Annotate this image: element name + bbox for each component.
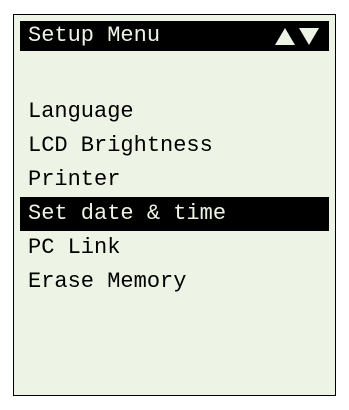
menu-item-printer[interactable]: Printer	[20, 163, 329, 197]
lcd-screen: Setup Menu Language LCD Brightness Print…	[13, 14, 336, 396]
menu-item-pc-link[interactable]: PC Link	[20, 231, 329, 265]
menu-item-language[interactable]: Language	[20, 95, 329, 129]
scroll-indicator	[275, 28, 319, 45]
down-arrow-icon[interactable]	[299, 28, 319, 45]
menu-title: Setup Menu	[28, 23, 161, 48]
up-arrow-icon[interactable]	[275, 28, 295, 45]
menu-item-lcd-brightness[interactable]: LCD Brightness	[20, 129, 329, 163]
menu-header: Setup Menu	[20, 21, 329, 51]
menu-item-erase-memory[interactable]: Erase Memory	[20, 265, 329, 299]
setup-menu-list: Language LCD Brightness Printer Set date…	[20, 95, 329, 299]
menu-item-set-date-time[interactable]: Set date & time	[20, 197, 329, 231]
